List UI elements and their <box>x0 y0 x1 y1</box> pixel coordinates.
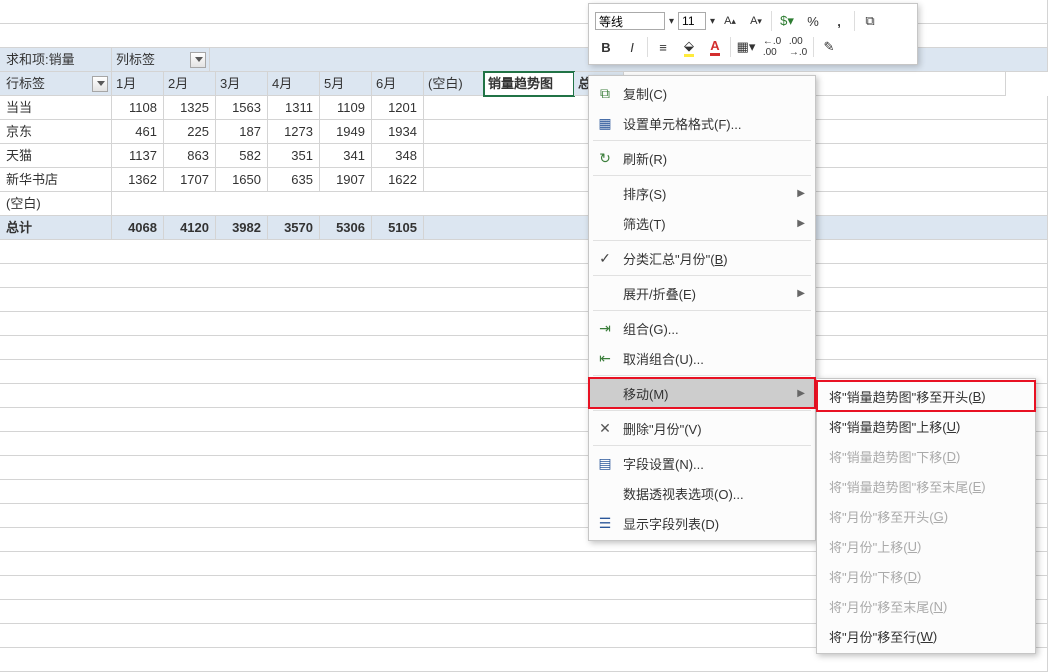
col-blank[interactable]: (空白) <box>424 72 484 96</box>
menu-sort[interactable]: 排序(S)▶ <box>589 178 815 208</box>
data-cell[interactable]: 1949 <box>320 120 372 144</box>
row-blank[interactable]: (空白) <box>0 192 112 216</box>
field-list-icon: ☰ <box>595 513 615 533</box>
italic-button[interactable]: I <box>621 36 643 58</box>
data-cell[interactable]: 1650 <box>216 168 268 192</box>
mini-toolbar: ▾ ▾ A▴ A▾ $▾ % , ⧉ B I ≡ ⬙ A ▦▾ ←.0.00 .… <box>588 3 918 65</box>
row-label-dropdown[interactable]: 行标签 <box>0 72 112 96</box>
submenu-item[interactable]: 将"销量趋势图"移至开头(B) <box>817 381 1035 411</box>
menu-filter[interactable]: 筛选(T)▶ <box>589 208 815 238</box>
refresh-icon: ↻ <box>595 148 615 168</box>
percent-button[interactable]: % <box>802 10 824 32</box>
data-cell[interactable]: 863 <box>164 144 216 168</box>
menu-copy[interactable]: ⧉复制(C) <box>589 78 815 108</box>
row-label[interactable]: 当当 <box>0 96 112 120</box>
grow-font-button[interactable]: A▴ <box>719 10 741 32</box>
total-cell[interactable]: 3982 <box>216 216 268 240</box>
col-month-5[interactable]: 5月 <box>320 72 372 96</box>
col-month-2[interactable]: 2月 <box>164 72 216 96</box>
data-cell[interactable]: 1563 <box>216 96 268 120</box>
menu-delete[interactable]: ✕删除"月份"(V) <box>589 413 815 443</box>
comma-button[interactable]: , <box>828 10 850 32</box>
data-cell[interactable]: 1934 <box>372 120 424 144</box>
data-cell[interactable]: 351 <box>268 144 320 168</box>
fill-color-button[interactable]: ⬙ <box>678 36 700 58</box>
submenu-item: 将"月份"上移(U) <box>817 531 1035 561</box>
row-label[interactable]: 京东 <box>0 120 112 144</box>
data-cell[interactable]: 1362 <box>112 168 164 192</box>
decrease-decimal-button[interactable]: .00→.0 <box>787 36 809 58</box>
submenu-item[interactable]: 将"月份"移至行(W) <box>817 621 1035 651</box>
data-cell[interactable]: 1707 <box>164 168 216 192</box>
menu-pivot-options[interactable]: 数据透视表选项(O)... <box>589 478 815 508</box>
menu-refresh[interactable]: ↻刷新(R) <box>589 143 815 173</box>
data-cell[interactable]: 1137 <box>112 144 164 168</box>
borders-button[interactable]: ▦▾ <box>735 36 757 58</box>
clear-format-button[interactable]: ✎ <box>818 36 840 58</box>
col-month-4[interactable]: 4月 <box>268 72 320 96</box>
menu-field-settings[interactable]: ▤字段设置(N)... <box>589 448 815 478</box>
col-month-3[interactable]: 3月 <box>216 72 268 96</box>
bold-button[interactable]: B <box>595 36 617 58</box>
field-settings-icon: ▤ <box>595 453 615 473</box>
group-icon: ⇥ <box>595 318 615 338</box>
total-cell[interactable]: 5306 <box>320 216 372 240</box>
font-name-input[interactable] <box>595 12 665 30</box>
data-cell[interactable]: 1273 <box>268 120 320 144</box>
col-trend-selected[interactable]: 销量趋势图 <box>484 72 574 96</box>
menu-ungroup[interactable]: ⇤取消组合(U)... <box>589 343 815 373</box>
menu-format-cells[interactable]: ▦设置单元格格式(F)... <box>589 108 815 138</box>
data-cell[interactable]: 1109 <box>320 96 372 120</box>
menu-subtotal[interactable]: ✓分类汇总"月份"(B) <box>589 243 815 273</box>
data-cell[interactable]: 1108 <box>112 96 164 120</box>
submenu-item: 将"销量趋势图"下移(D) <box>817 441 1035 471</box>
data-cell[interactable]: 1325 <box>164 96 216 120</box>
submenu-item[interactable]: 将"销量趋势图"上移(U) <box>817 411 1035 441</box>
data-cell[interactable]: 187 <box>216 120 268 144</box>
delete-icon: ✕ <box>595 418 615 438</box>
col-label-dropdown[interactable]: 列标签 <box>112 48 210 72</box>
shrink-font-button[interactable]: A▾ <box>745 10 767 32</box>
context-menu: ⧉复制(C) ▦设置单元格格式(F)... ↻刷新(R) 排序(S)▶ 筛选(T… <box>588 75 816 541</box>
currency-button[interactable]: $▾ <box>776 10 798 32</box>
submenu-item: 将"月份"移至开头(G) <box>817 501 1035 531</box>
data-cell[interactable]: 1622 <box>372 168 424 192</box>
data-cell[interactable]: 1201 <box>372 96 424 120</box>
data-cell[interactable]: 635 <box>268 168 320 192</box>
font-size-input[interactable] <box>678 12 706 30</box>
check-icon: ✓ <box>595 248 615 268</box>
menu-group[interactable]: ⇥组合(G)... <box>589 313 815 343</box>
total-cell[interactable]: 3570 <box>268 216 320 240</box>
data-cell[interactable]: 1311 <box>268 96 320 120</box>
increase-decimal-button[interactable]: ←.0.00 <box>761 36 783 58</box>
row-total-label: 总计 <box>0 216 112 240</box>
row-label[interactable]: 新华书店 <box>0 168 112 192</box>
submenu-item: 将"月份"移至末尾(N) <box>817 591 1035 621</box>
data-cell[interactable]: 461 <box>112 120 164 144</box>
ungroup-icon: ⇤ <box>595 348 615 368</box>
menu-show-field-list[interactable]: ☰显示字段列表(D) <box>589 508 815 538</box>
submenu-item: 将"月份"下移(D) <box>817 561 1035 591</box>
align-button[interactable]: ≡ <box>652 36 674 58</box>
menu-move[interactable]: 移动(M)▶ <box>589 378 815 408</box>
data-cell[interactable]: 582 <box>216 144 268 168</box>
submenu-item: 将"销量趋势图"移至末尾(E) <box>817 471 1035 501</box>
data-cell[interactable]: 225 <box>164 120 216 144</box>
total-cell[interactable]: 5105 <box>372 216 424 240</box>
col-month-6[interactable]: 6月 <box>372 72 424 96</box>
data-cell[interactable]: 1907 <box>320 168 372 192</box>
menu-expand-collapse[interactable]: 展开/折叠(E)▶ <box>589 278 815 308</box>
copy-icon: ⧉ <box>595 83 615 103</box>
row-label[interactable]: 天猫 <box>0 144 112 168</box>
data-cell[interactable]: 341 <box>320 144 372 168</box>
total-cell[interactable]: 4120 <box>164 216 216 240</box>
format-painter-button[interactable]: ⧉ <box>859 10 881 32</box>
format-icon: ▦ <box>595 113 615 133</box>
pivot-value-field: 求和项:销量 <box>0 48 112 72</box>
font-color-button[interactable]: A <box>704 36 726 58</box>
total-cell[interactable]: 4068 <box>112 216 164 240</box>
move-submenu: 将"销量趋势图"移至开头(B)将"销量趋势图"上移(U)将"销量趋势图"下移(D… <box>816 378 1036 654</box>
data-cell[interactable]: 348 <box>372 144 424 168</box>
col-month-1[interactable]: 1月 <box>112 72 164 96</box>
